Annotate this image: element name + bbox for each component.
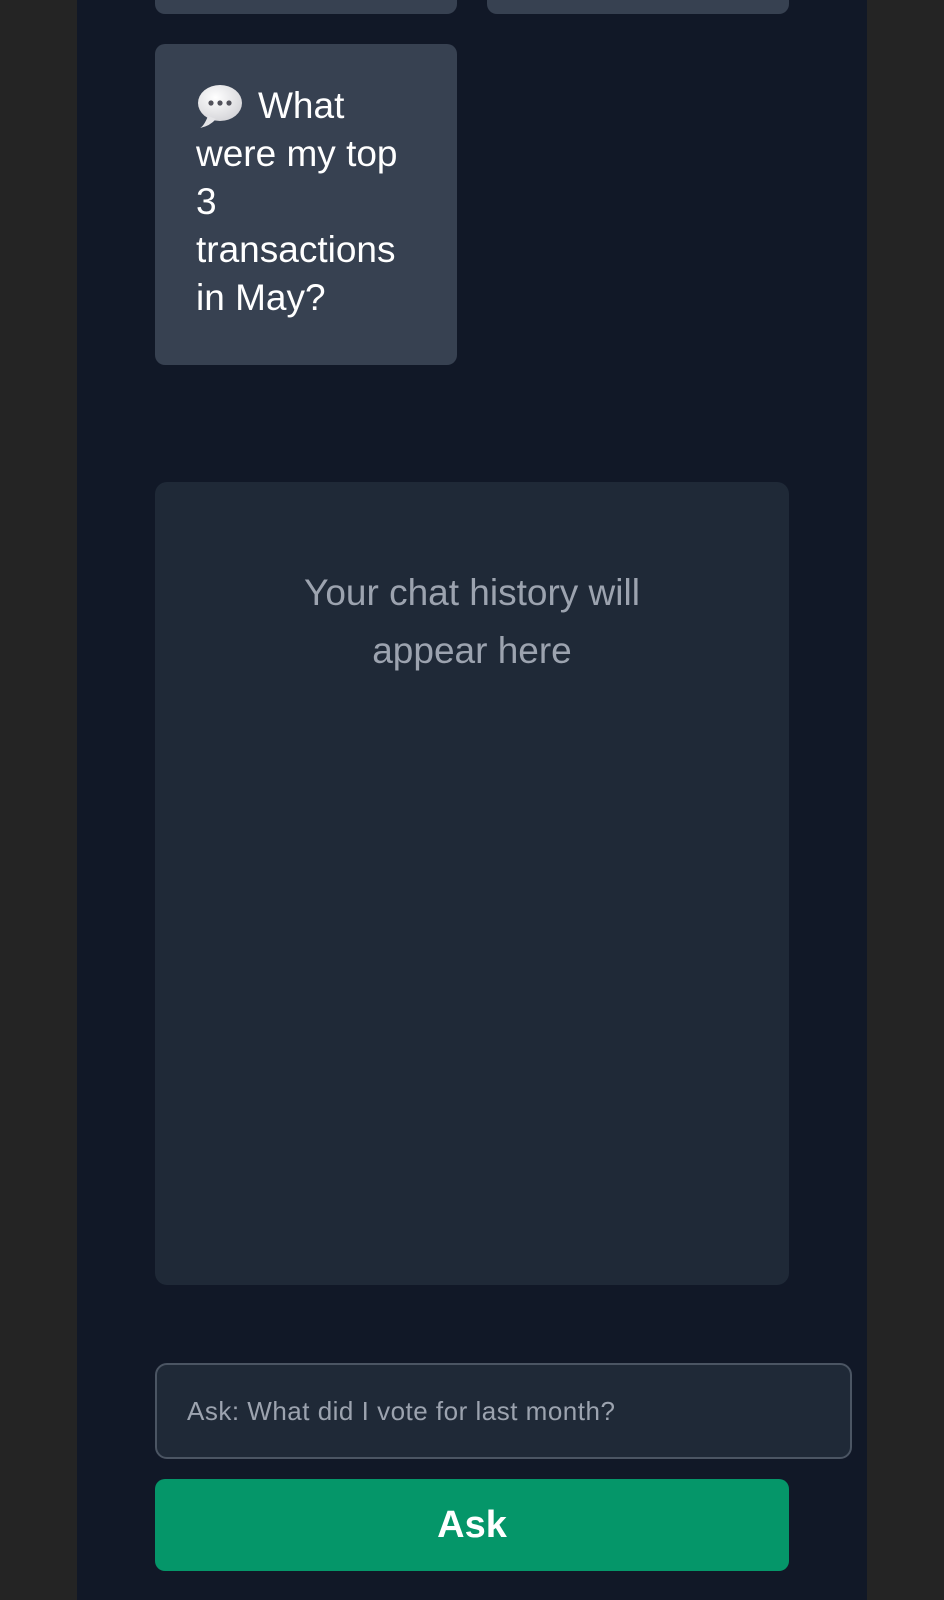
ask-input[interactable] [155, 1363, 852, 1459]
ask-button[interactable]: Ask [155, 1479, 789, 1571]
chat-history-placeholder: Your chat history will appear here [304, 572, 640, 671]
suggestion-chip-partial[interactable] [487, 0, 789, 14]
suggestion-chip[interactable]: What were my top 3 transactions in May? [155, 44, 457, 365]
chat-history-panel: Your chat history will appear here [155, 482, 789, 1285]
speech-bubble-icon [196, 82, 244, 130]
suggestion-chip-partial[interactable] [155, 0, 457, 14]
chat-app: What were my top 3 transactions in May? … [77, 0, 867, 1600]
